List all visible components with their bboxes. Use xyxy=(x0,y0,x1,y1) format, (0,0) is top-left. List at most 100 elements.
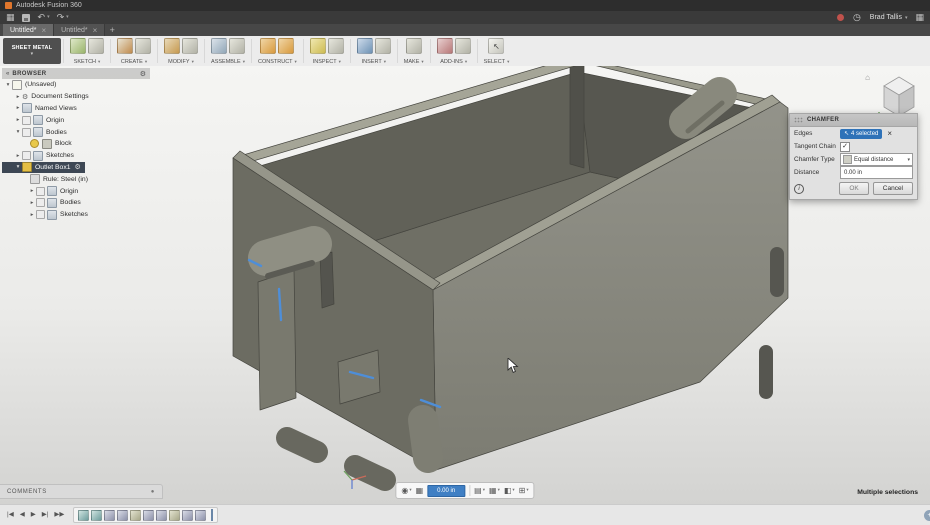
chamfer-type-select[interactable]: Equal distance ▾ xyxy=(840,153,913,166)
redo-icon[interactable]: ↷ xyxy=(57,13,65,22)
browser-item-rule[interactable]: Rule: Steel (in) xyxy=(2,173,150,185)
visibility-toggle-icon[interactable] xyxy=(36,187,45,196)
browser-item-sketches-2[interactable]: ▸ Sketches xyxy=(2,209,150,221)
save-icon[interactable] xyxy=(22,14,30,22)
browser-item-origin-2[interactable]: ▸ Origin xyxy=(2,185,150,197)
measure-icon[interactable] xyxy=(310,38,326,54)
account-menu[interactable]: Brad Tallis ▾ xyxy=(870,14,908,21)
browser-item-sketches[interactable]: ▸ Sketches xyxy=(2,150,150,162)
expand-closed-icon[interactable]: ▸ xyxy=(14,153,22,159)
browser-item-block[interactable]: Block xyxy=(2,138,150,150)
timeline-feature-icon[interactable] xyxy=(104,510,115,521)
decal-icon[interactable] xyxy=(375,38,391,54)
visibility-toggle-icon[interactable] xyxy=(22,116,31,125)
create-sketch-icon[interactable] xyxy=(70,38,86,54)
browser-item-bodies-2[interactable]: ▸ Bodies xyxy=(2,197,150,209)
edges-selection-pill[interactable]: ↖ 4 selected xyxy=(840,129,882,139)
ribbon-menu-make[interactable]: MAKE ▾ xyxy=(404,59,424,66)
timeline-sketch-icon[interactable] xyxy=(78,510,89,521)
select-cursor-icon[interactable]: ↖ xyxy=(488,38,504,54)
undo-icon[interactable]: ↶ xyxy=(38,13,46,22)
feedback-icon[interactable]: + xyxy=(924,510,930,521)
timeline-feature-icon[interactable] xyxy=(169,510,180,521)
expand-closed-icon[interactable]: ▸ xyxy=(28,212,36,218)
timeline-feature-icon[interactable] xyxy=(156,510,167,521)
orbit-icon[interactable]: ◉ ▾ xyxy=(401,487,411,495)
tab-untitled-1[interactable]: Untitled* × xyxy=(3,24,54,36)
visibility-toggle-icon[interactable] xyxy=(22,128,31,137)
sketch-tool-icon[interactable] xyxy=(88,38,104,54)
new-tab-button[interactable]: + xyxy=(105,24,119,36)
modify-tool2-icon[interactable] xyxy=(182,38,198,54)
expand-closed-icon[interactable]: ▸ xyxy=(14,94,22,100)
expand-closed-icon[interactable]: ▸ xyxy=(14,117,22,123)
browser-header[interactable]: « BROWSER ⚙ xyxy=(2,68,150,79)
scripts-addins-icon[interactable] xyxy=(437,38,453,54)
go-to-start-button[interactable]: |◀ xyxy=(5,512,16,519)
timeline-feature-icon[interactable] xyxy=(130,510,141,521)
ribbon-menu-select[interactable]: SELECT ▾ xyxy=(484,59,510,66)
expand-closed-icon[interactable]: ▸ xyxy=(28,200,36,206)
step-back-button[interactable]: ◀ xyxy=(18,512,27,519)
expand-closed-icon[interactable]: ▸ xyxy=(14,105,22,111)
collapse-panel-icon[interactable]: « xyxy=(6,71,9,77)
flange-icon[interactable] xyxy=(117,38,133,54)
visibility-toggle-icon[interactable] xyxy=(22,151,31,160)
ribbon-menu-construct[interactable]: CONSTRUCT ▾ xyxy=(258,59,297,66)
clock-icon[interactable]: ◷ xyxy=(853,12,861,23)
timeline-sketch-icon[interactable] xyxy=(91,510,102,521)
ribbon-menu-sketch[interactable]: SKETCH ▾ xyxy=(74,59,101,66)
record-icon[interactable] xyxy=(837,14,844,21)
go-to-end-button[interactable]: ▶▶ xyxy=(52,512,66,519)
modify-tool-icon[interactable] xyxy=(164,38,180,54)
distance-input[interactable]: 0.00 in xyxy=(840,166,913,179)
pan-grid-icon[interactable]: ▦ xyxy=(416,487,424,495)
visibility-toggle-icon[interactable] xyxy=(36,198,45,207)
expand-open-icon[interactable]: ▾ xyxy=(14,129,22,135)
dimension-input[interactable]: 0.00 in xyxy=(427,485,465,497)
assemble-tool-icon[interactable] xyxy=(211,38,227,54)
play-button[interactable]: ▶ xyxy=(29,512,38,519)
tangent-chain-checkbox[interactable]: ✓ xyxy=(840,142,850,152)
clear-selection-icon[interactable]: × xyxy=(887,130,892,138)
browser-item-document-settings[interactable]: ▸ ⚙ Document Settings xyxy=(2,91,150,103)
ribbon-menu-create[interactable]: CREATE ▾ xyxy=(121,59,147,66)
timeline-feature-icon[interactable] xyxy=(182,510,193,521)
browser-item-origin[interactable]: ▸ Origin xyxy=(2,114,150,126)
visibility-toggle-icon[interactable] xyxy=(36,210,45,219)
timeline-position-marker[interactable] xyxy=(211,509,213,521)
visibility-bulb-icon[interactable] xyxy=(30,139,39,148)
insert-tool-icon[interactable] xyxy=(357,38,373,54)
browser-item-named-views[interactable]: ▸ Named Views xyxy=(2,103,150,115)
expand-open-icon[interactable]: ▾ xyxy=(14,164,22,170)
apps-grid-icon[interactable]: ▦ xyxy=(6,13,15,22)
close-icon[interactable]: × xyxy=(41,26,46,35)
ribbon-menu-assemble[interactable]: ASSEMBLE ▾ xyxy=(211,59,245,66)
home-icon[interactable]: ⌂ xyxy=(865,73,870,82)
joint-icon[interactable] xyxy=(229,38,245,54)
timeline-feature-icon[interactable] xyxy=(143,510,154,521)
expand-closed-icon[interactable]: ▸ xyxy=(28,188,36,194)
grid-settings-icon[interactable]: ▦ ▾ xyxy=(489,487,500,495)
help-grid-icon[interactable]: ▦ xyxy=(915,13,924,22)
timeline-feature-icon[interactable] xyxy=(195,510,206,521)
comments-panel[interactable]: COMMENTS ● xyxy=(0,484,163,499)
drag-grip-icon[interactable] xyxy=(794,117,803,123)
ok-button[interactable]: OK xyxy=(839,182,868,195)
ribbon-menu-inspect[interactable]: INSPECT ▾ xyxy=(313,59,341,66)
browser-item-unsaved[interactable]: ▾ (Unsaved) xyxy=(2,79,150,91)
redo-caret-icon[interactable]: ▾ xyxy=(66,15,69,20)
workspace-switcher-button[interactable]: SHEET METAL ▾ xyxy=(3,38,61,64)
browser-item-outlet-box1[interactable]: ▾ Outlet Box1 ⚙ xyxy=(2,162,85,174)
display-settings-icon[interactable]: ▤ ▾ xyxy=(474,487,485,495)
3d-viewport[interactable]: « BROWSER ⚙ ▾ (Unsaved) ▸ ⚙ Document Set… xyxy=(0,66,930,504)
expand-open-icon[interactable]: ▾ xyxy=(4,82,12,88)
gear-icon[interactable]: ⚙ xyxy=(140,70,146,78)
construction-plane-icon[interactable] xyxy=(260,38,276,54)
construction-axis-icon[interactable] xyxy=(278,38,294,54)
ribbon-menu-addins[interactable]: ADD-INS ▾ xyxy=(440,59,467,66)
multi-view-icon[interactable]: ⊞ ▾ xyxy=(519,487,529,495)
step-forward-button[interactable]: ▶| xyxy=(40,512,51,519)
browser-item-bodies[interactable]: ▾ Bodies xyxy=(2,126,150,138)
ribbon-menu-modify[interactable]: MODIFY ▾ xyxy=(168,59,194,66)
